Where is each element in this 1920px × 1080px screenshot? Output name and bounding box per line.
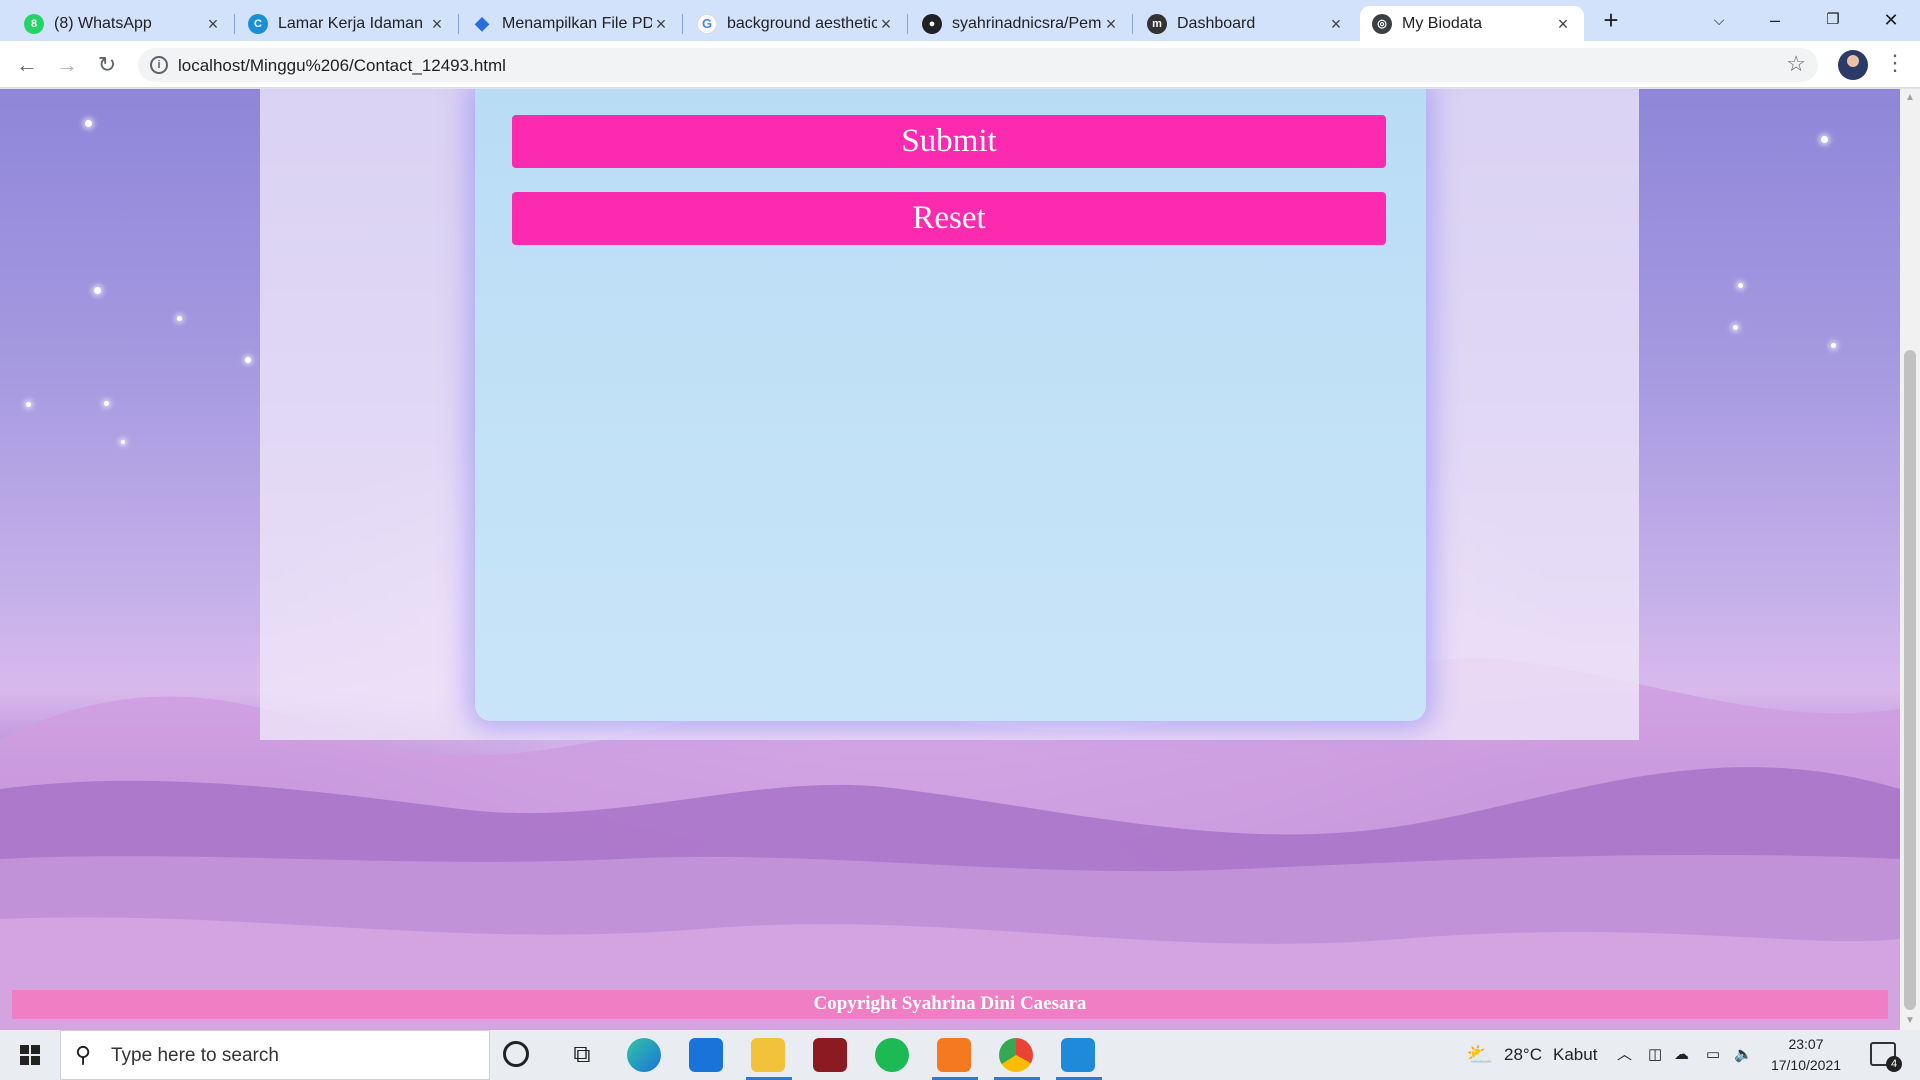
edge-icon[interactable] [627, 1038, 661, 1072]
task-view-icon[interactable]: ⧉ [565, 1038, 599, 1072]
code-icon: ◆ [475, 13, 489, 33]
scroll-up-arrow[interactable]: ▲ [1904, 92, 1916, 103]
minimize-button[interactable]: – [1752, 2, 1798, 38]
windows-logo-icon [20, 1045, 40, 1065]
star-decoration [177, 316, 182, 321]
url-text[interactable]: localhost/Minggu%206/Contact_12493.html [178, 56, 506, 76]
globe-icon: ◎ [1372, 13, 1392, 34]
tab-github[interactable]: ● syahrinadnicsra/Pem × [910, 6, 1133, 41]
app-icon[interactable] [813, 1038, 847, 1072]
volume-icon[interactable]: 🔈 [1734, 1030, 1753, 1080]
close-icon[interactable]: × [1327, 15, 1345, 33]
browser-toolbar: ← → ↻ i localhost/Minggu%206/Contact_124… [0, 41, 1920, 88]
tab-menampilkan-pdf[interactable]: ◆ Menampilkan File PDF × [460, 6, 683, 41]
scroll-down-arrow[interactable]: ▼ [1904, 1015, 1916, 1026]
tab-search-button[interactable]: ⌵ [1696, 2, 1742, 38]
start-button[interactable] [0, 1030, 60, 1080]
forward-button[interactable]: → [52, 50, 82, 80]
notification-center-icon[interactable]: 4 [1870, 1042, 1902, 1072]
github-icon: ● [922, 13, 942, 34]
tab-title: (8) WhatsApp [54, 14, 152, 32]
tab-title: Lamar Kerja Idaman di [278, 14, 428, 32]
xampp-icon[interactable] [937, 1038, 971, 1072]
google-icon: G [697, 13, 717, 34]
vscode-icon[interactable] [1061, 1038, 1095, 1072]
tab-title: syahrinadnicsra/Pem [952, 14, 1102, 32]
mail-icon[interactable] [689, 1038, 723, 1072]
battery-icon[interactable]: ▭ [1706, 1030, 1720, 1080]
reset-button[interactable]: Reset [512, 192, 1386, 245]
search-icon: ⚲ [75, 1042, 92, 1067]
page-viewport: Submit Reset Copyright Syahrina Dini Cae… [0, 89, 1900, 1030]
tab-my-biodata[interactable]: ◎ My Biodata × [1360, 6, 1584, 41]
weather-icon[interactable]: ⛅ [1466, 1030, 1493, 1080]
star-decoration [245, 357, 251, 363]
star-decoration [1733, 325, 1738, 330]
back-button[interactable]: ← [12, 50, 42, 80]
weather-desc[interactable]: Kabut [1553, 1030, 1597, 1080]
tab-title: Menampilkan File PDF [502, 14, 652, 32]
star-decoration [94, 287, 101, 294]
star-decoration [85, 120, 92, 127]
star-decoration [26, 402, 31, 407]
chrome-icon[interactable] [999, 1038, 1033, 1072]
clock-date: 17/10/2021 [1770, 1057, 1842, 1073]
tab-dashboard[interactable]: m Dashboard × [1135, 6, 1357, 41]
close-icon[interactable]: × [204, 15, 222, 33]
star-decoration [104, 401, 109, 406]
windows-taskbar: ⚲ Type here to search ⧉ ⛅ 28°C Kabut ︿ ◫… [0, 1030, 1920, 1080]
reload-button[interactable]: ↻ [92, 50, 122, 80]
spotify-icon[interactable] [875, 1038, 909, 1072]
contact-form-card [475, 89, 1426, 721]
star-decoration [1821, 136, 1828, 143]
network-icon[interactable]: ☁ [1674, 1030, 1689, 1080]
canva-icon: C [248, 13, 268, 34]
whatsapp-icon: 8 [24, 13, 44, 34]
star-decoration [121, 440, 125, 444]
close-icon[interactable]: × [428, 15, 446, 33]
tab-whatsapp[interactable]: 8 (8) WhatsApp × [12, 6, 235, 41]
footer-copyright: Copyright Syahrina Dini Caesara [12, 990, 1888, 1019]
clock-time: 23:07 [1788, 1036, 1824, 1052]
cortana-icon[interactable] [503, 1041, 529, 1067]
taskbar-search[interactable]: ⚲ Type here to search [60, 1030, 490, 1080]
system-clock[interactable]: 23:07 17/10/2021 [1762, 1034, 1850, 1076]
scrollbar-thumb[interactable] [1904, 350, 1916, 1010]
tab-lamar-kerja[interactable]: C Lamar Kerja Idaman di × [236, 6, 459, 41]
bookmark-star-icon[interactable]: ☆ [1786, 51, 1806, 77]
profile-avatar[interactable] [1838, 50, 1868, 80]
info-icon[interactable]: i [150, 56, 168, 74]
star-decoration [1738, 283, 1743, 288]
meet-now-icon[interactable]: ◫ [1648, 1030, 1662, 1080]
weather-temp[interactable]: 28°C [1504, 1030, 1542, 1080]
tab-title: My Biodata [1402, 14, 1483, 32]
close-icon[interactable]: × [1554, 15, 1572, 33]
star-decoration [1831, 343, 1836, 348]
tab-strip: 8 (8) WhatsApp × C Lamar Kerja Idaman di… [0, 0, 1920, 41]
tab-title: background aesthetic [727, 14, 877, 32]
search-placeholder: Type here to search [111, 1045, 279, 1066]
menu-dots-icon[interactable]: ⋮ [1884, 50, 1906, 76]
restore-button[interactable]: ❐ [1810, 2, 1856, 38]
tab-background-aesthetic[interactable]: G background aesthetic × [685, 6, 908, 41]
close-icon[interactable]: × [877, 15, 895, 33]
notification-badge: 4 [1886, 1056, 1902, 1072]
file-explorer-icon[interactable] [751, 1038, 785, 1072]
close-window-button[interactable]: ✕ [1868, 2, 1914, 38]
close-icon[interactable]: × [652, 15, 670, 33]
new-tab-button[interactable]: + [1598, 7, 1624, 34]
submit-button[interactable]: Submit [512, 115, 1386, 168]
tab-title: Dashboard [1177, 14, 1256, 32]
chevron-up-icon[interactable]: ︿ [1617, 1030, 1632, 1080]
address-bar[interactable]: i localhost/Minggu%206/Contact_12493.htm… [138, 48, 1818, 82]
close-icon[interactable]: × [1102, 15, 1120, 33]
moodle-icon: m [1147, 13, 1167, 34]
